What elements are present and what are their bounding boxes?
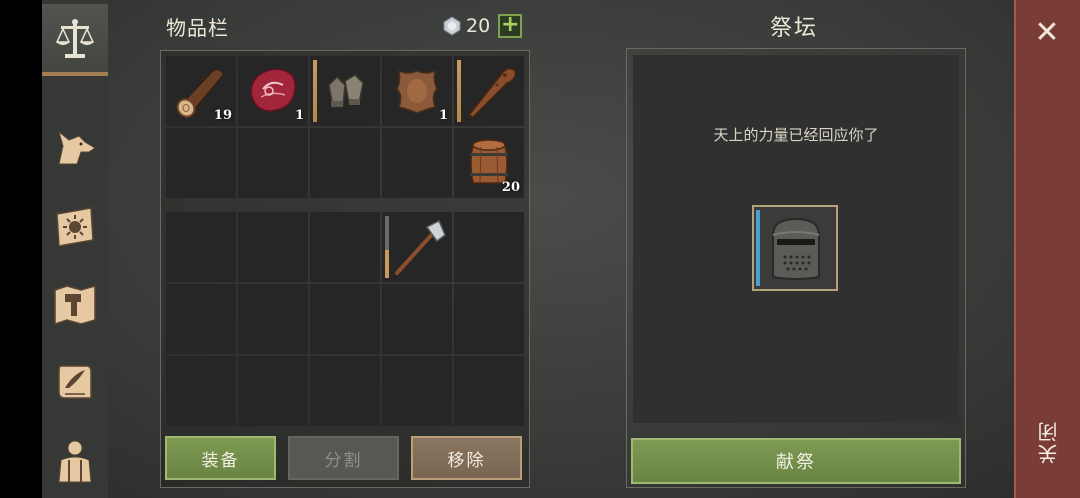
inventory-slot[interactable]: 1: [382, 56, 452, 126]
inventory-slot[interactable]: [310, 128, 380, 198]
backpack-slot[interactable]: [454, 356, 524, 426]
tab-skills[interactable]: [42, 190, 108, 262]
scales-icon: [55, 19, 95, 58]
inventory-slot[interactable]: [166, 128, 236, 198]
inventory-slot[interactable]: 19: [166, 56, 236, 126]
item-quality-bar: [756, 210, 760, 286]
tab-animals[interactable]: [42, 112, 108, 184]
knight-helmet-icon: [772, 217, 820, 280]
sidebar: [42, 0, 108, 498]
hatchet-icon: [395, 219, 446, 275]
backpack-slot[interactable]: [238, 212, 308, 282]
inventory-slot[interactable]: [454, 56, 524, 126]
backpack-slot[interactable]: [166, 212, 236, 282]
backpack-slot[interactable]: [166, 284, 236, 354]
backpack-slot[interactable]: [382, 356, 452, 426]
item-quantity: 1: [438, 108, 448, 123]
gem-count: 20: [466, 15, 491, 37]
equip-button[interactable]: 装备: [165, 436, 276, 480]
item-quantity: 1: [294, 108, 304, 123]
backpack-slot[interactable]: [382, 212, 452, 282]
wolf-icon: [58, 130, 96, 165]
backpack-slot[interactable]: [166, 356, 236, 426]
remove-button[interactable]: 移除: [411, 436, 522, 480]
backpack-slot[interactable]: [310, 356, 380, 426]
inventory-slot[interactable]: [382, 128, 452, 198]
backpack-slot[interactable]: [310, 284, 380, 354]
backpack-slot[interactable]: [454, 212, 524, 282]
altar-title: 祭坛: [770, 16, 819, 41]
inventory-slot[interactable]: 1: [238, 56, 308, 126]
backpack-slot[interactable]: [310, 212, 380, 282]
hammer-map-icon: [54, 285, 96, 326]
tab-trade[interactable]: [42, 4, 108, 76]
inventory-slot[interactable]: [238, 128, 308, 198]
screen-edge: [0, 0, 42, 498]
altar-item-slot[interactable]: [752, 205, 838, 291]
wooden-club-icon: [467, 68, 517, 118]
sacrifice-button[interactable]: 献祭: [631, 438, 961, 484]
tab-quests[interactable]: [42, 346, 108, 418]
backpack-slot[interactable]: [238, 356, 308, 426]
backpack-slot[interactable]: [382, 284, 452, 354]
gloves-icon: [328, 74, 364, 108]
tab-crafting[interactable]: [42, 268, 108, 340]
gem-icon: [443, 16, 461, 36]
split-button[interactable]: 分割: [288, 436, 399, 480]
item-quantity: 19: [213, 108, 232, 123]
close-label[interactable]: 关闭: [1034, 420, 1064, 464]
inventory-slot[interactable]: [310, 56, 380, 126]
tab-character[interactable]: [42, 424, 108, 496]
sun-book-icon: [56, 207, 94, 247]
close-icon[interactable]: ✕: [1030, 16, 1064, 50]
backpack-slot[interactable]: [238, 284, 308, 354]
inventory-slot[interactable]: 20: [454, 128, 524, 198]
backpack-slot[interactable]: [454, 284, 524, 354]
item-quantity: 20: [501, 180, 520, 195]
character-icon: [58, 440, 92, 483]
add-gems-button[interactable]: +: [498, 14, 523, 38]
altar-message: 天上的力量已经回应你了: [713, 126, 879, 144]
gem-counter: 20 +: [442, 14, 523, 38]
inventory-title: 物品栏: [166, 16, 229, 40]
scroll-quill-icon: [58, 365, 92, 399]
